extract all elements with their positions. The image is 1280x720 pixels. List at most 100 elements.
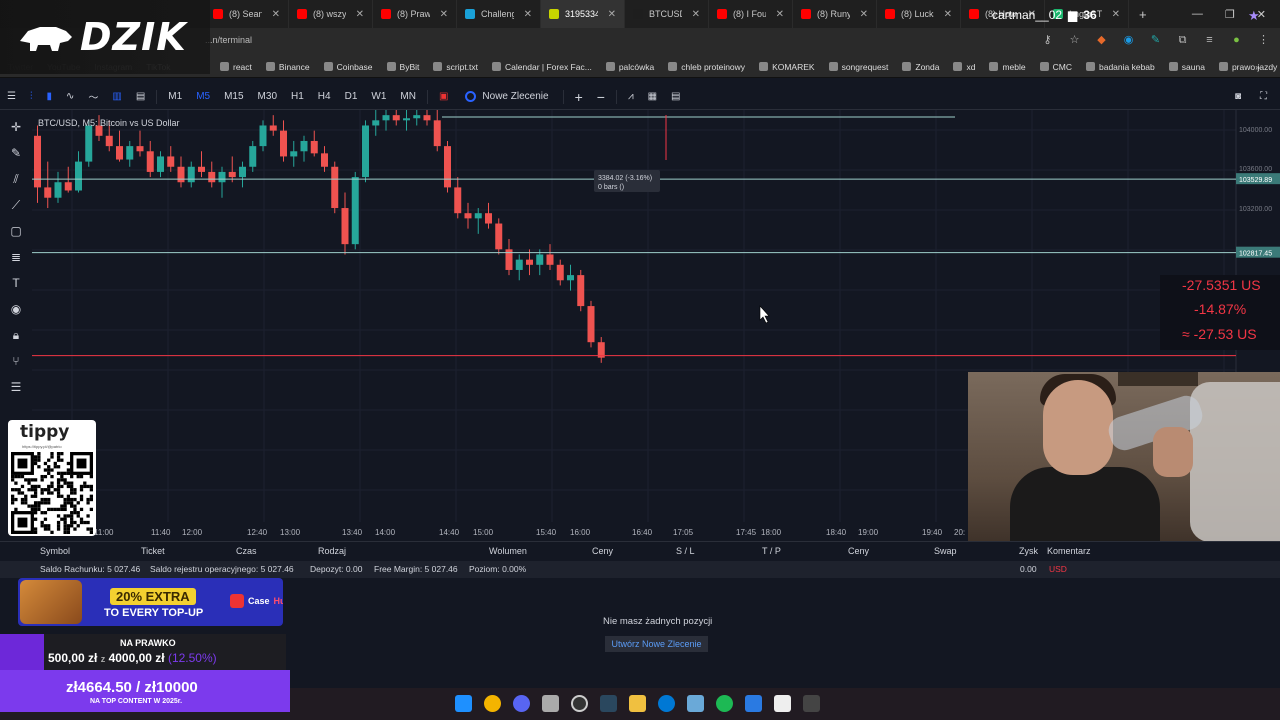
minimize-icon[interactable]: —	[1192, 8, 1203, 20]
bookmark-item[interactable]: prawo jazdy	[1218, 62, 1277, 72]
bookmark-item[interactable]: xd	[953, 62, 975, 72]
bookmark-item[interactable]: Zonda	[902, 62, 939, 72]
new-tab-button[interactable]: +	[1129, 7, 1157, 22]
tab-close-icon[interactable]: ✕	[440, 9, 448, 20]
folder-icon[interactable]	[629, 695, 646, 712]
column-header[interactable]: Zysk	[1019, 546, 1038, 556]
tab-close-icon[interactable]: ✕	[272, 9, 280, 20]
column-header[interactable]: Ceny	[592, 546, 613, 556]
tree-icon[interactable]: ⑂	[9, 354, 23, 368]
menu-icon[interactable]: ☰	[0, 91, 23, 102]
tab-close-icon[interactable]: ✕	[776, 9, 784, 20]
column-header[interactable]: Komentarz	[1047, 546, 1091, 556]
tab-close-icon[interactable]: ✕	[944, 9, 952, 20]
lock-icon[interactable]: 🔒︎	[9, 328, 23, 342]
kebab-menu-icon[interactable]: ⋮	[1257, 34, 1270, 47]
column-header[interactable]: Wolumen	[489, 546, 527, 556]
rectangle-icon[interactable]: ▢	[9, 224, 23, 238]
bookmark-star-icon[interactable]: ☆	[1068, 34, 1081, 47]
chrome-icon[interactable]	[484, 695, 501, 712]
bookmark-item[interactable]: meble	[989, 62, 1026, 72]
app-icon[interactable]	[774, 695, 791, 712]
templates-icon[interactable]: ▤	[664, 91, 687, 102]
timeframe-m30[interactable]: M30	[251, 91, 284, 102]
column-header[interactable]: T / P	[762, 546, 781, 556]
app-icon[interactable]	[542, 695, 559, 712]
bookmark-item[interactable]: react	[220, 62, 252, 72]
screenshot-icon[interactable]: ◙	[1228, 91, 1248, 102]
zoom-out-button[interactable]: −	[590, 89, 612, 105]
timeframe-w1[interactable]: W1	[364, 91, 393, 102]
column-header[interactable]: Symbol	[40, 546, 70, 556]
url-input[interactable]: ...n/terminal	[205, 35, 252, 45]
windows-start-icon[interactable]	[455, 695, 472, 712]
column-header[interactable]: S / L	[676, 546, 695, 556]
bookmark-item[interactable]: badania kebab	[1085, 62, 1155, 72]
extension-icon[interactable]: ✎	[1149, 34, 1162, 47]
tab-close-icon[interactable]: ✕	[608, 9, 616, 20]
browser-tab[interactable]: (8) Prawdz... ✕	[373, 0, 457, 28]
browser-tab[interactable]: (8) I Found ✕	[709, 0, 793, 28]
terminal-icon[interactable]	[803, 695, 820, 712]
extension-icon[interactable]: ◉	[1122, 34, 1135, 47]
create-order-button[interactable]: Utwórz Nowe Zlecenie	[605, 636, 708, 652]
column-header[interactable]: Swap	[934, 546, 957, 556]
zoom-in-button[interactable]: +	[568, 89, 590, 105]
eye-icon[interactable]: ◉	[9, 302, 23, 316]
line-chart-icon[interactable]: ∿	[59, 91, 81, 102]
timeframe-h1[interactable]: H1	[284, 91, 311, 102]
edge-icon[interactable]	[658, 695, 675, 712]
column-header[interactable]: Ticket	[141, 546, 165, 556]
timeframe-h4[interactable]: H4	[311, 91, 338, 102]
tab-close-icon[interactable]: ✕	[1112, 9, 1120, 20]
bookmark-item[interactable]: Binance	[265, 62, 310, 72]
volume-icon[interactable]: ▤	[129, 91, 152, 102]
bookmark-item[interactable]: KOMAREK	[759, 62, 815, 72]
menu-lines-icon[interactable]: ≡	[1203, 34, 1216, 47]
fib-icon[interactable]: ≣	[9, 250, 23, 264]
browser-tab[interactable]: Challenge ✕	[457, 0, 541, 28]
timeframe-m5[interactable]: M5	[189, 91, 217, 102]
tab-close-icon[interactable]: ✕	[860, 9, 868, 20]
candle-chart-icon[interactable]: ▮	[39, 91, 59, 102]
browser-tab[interactable]: (8) wszyst... ✕	[289, 0, 373, 28]
area-chart-icon[interactable]: 〜	[81, 89, 105, 104]
restore-icon[interactable]: ❐	[1225, 8, 1235, 21]
column-header[interactable]: Czas	[236, 546, 257, 556]
bookmark-item[interactable]: sauna	[1168, 62, 1205, 72]
stack-icon[interactable]: ☰	[9, 380, 23, 394]
profile-avatar[interactable]: ●	[1230, 34, 1243, 47]
indicators-icon[interactable]: ⩘	[621, 91, 641, 102]
parallel-lines-icon[interactable]: ⫽	[9, 172, 23, 186]
bookmark-item[interactable]: Calendar | Forex Fac...	[492, 62, 592, 72]
timeframe-m1[interactable]: M1	[161, 91, 189, 102]
app-icon[interactable]	[687, 695, 704, 712]
flag-icon[interactable]: ▣	[432, 91, 455, 102]
bookmark-item[interactable]: palcówka	[605, 62, 654, 72]
pencil-icon[interactable]: ✎	[9, 146, 23, 160]
steam-icon[interactable]	[600, 695, 617, 712]
bookmark-item[interactable]: ByBit	[386, 62, 419, 72]
crosshair-tool-icon[interactable]: ⫶	[23, 91, 40, 102]
browser-tab[interactable]: 31953344 ✕	[541, 0, 625, 28]
tab-close-icon[interactable]: ✕	[692, 9, 700, 20]
spotify-icon[interactable]	[716, 695, 733, 712]
bookmarks-more[interactable]: »	[1255, 62, 1260, 72]
column-header[interactable]: Rodzaj	[318, 546, 346, 556]
tab-close-icon[interactable]: ✕	[524, 9, 532, 20]
crosshair-icon[interactable]: ✛	[9, 120, 23, 134]
bookmark-item[interactable]: CMC	[1039, 62, 1072, 72]
new-order-button[interactable]: Nowe Zlecenie	[455, 91, 558, 102]
bookmark-item[interactable]: script.txt	[433, 62, 478, 72]
column-header[interactable]: Ceny	[848, 546, 869, 556]
browser-tab[interactable]: (8) Lucksh... ✕	[877, 0, 961, 28]
discord-icon[interactable]	[513, 695, 530, 712]
bookmark-item[interactable]: songrequest	[828, 62, 888, 72]
timeframe-m15[interactable]: M15	[217, 91, 250, 102]
obs-icon[interactable]	[571, 695, 588, 712]
calendar-icon[interactable]: ▦	[641, 91, 664, 102]
browser-tab[interactable]: (8) Sean P... ✕	[205, 0, 289, 28]
bar-chart-icon[interactable]: ▥	[105, 91, 128, 102]
timeframe-d1[interactable]: D1	[338, 91, 365, 102]
browser-tab[interactable]: BTCUSD T... ✕	[625, 0, 709, 28]
